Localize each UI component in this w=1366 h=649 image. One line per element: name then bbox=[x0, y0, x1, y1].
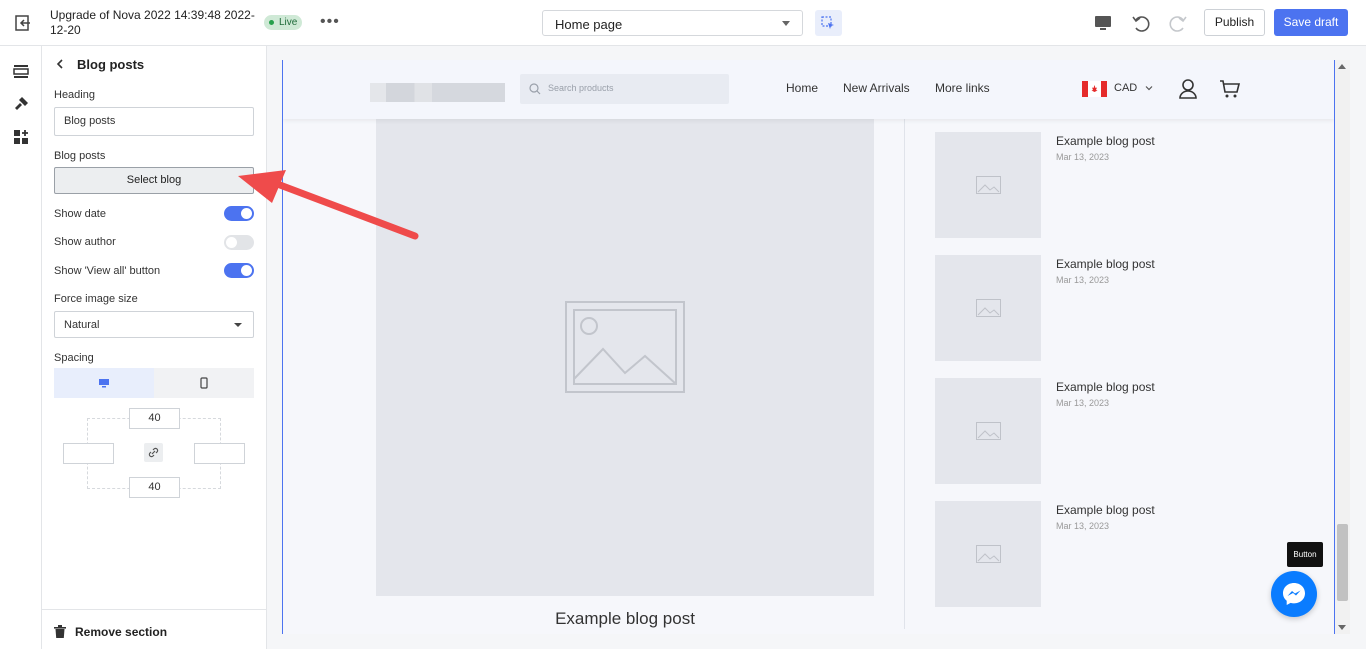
document-title: Upgrade of Nova 2022 14:39:48 2022-12-20 bbox=[50, 8, 255, 37]
store-header: Search products Home New Arrivals More l… bbox=[283, 60, 1334, 119]
show-view-all-toggle[interactable] bbox=[224, 263, 254, 278]
remove-section-label: Remove section bbox=[75, 625, 168, 639]
remove-section-button[interactable]: Remove section bbox=[42, 609, 267, 649]
link-icon bbox=[148, 447, 159, 458]
mobile-icon bbox=[200, 377, 208, 389]
post-title[interactable]: Example blog post bbox=[1056, 503, 1155, 517]
show-view-all-label: Show 'View all' button bbox=[54, 265, 161, 277]
inspector-button[interactable] bbox=[815, 10, 842, 36]
redo-icon[interactable] bbox=[1167, 12, 1189, 34]
undo-icon[interactable] bbox=[1130, 12, 1152, 34]
spacing-label: Spacing bbox=[54, 352, 94, 364]
canada-flag-icon bbox=[1082, 81, 1107, 97]
show-date-label: Show date bbox=[54, 208, 106, 220]
live-status-badge: Live bbox=[264, 15, 303, 30]
image-placeholder-icon bbox=[976, 545, 1001, 563]
account-icon[interactable] bbox=[1178, 78, 1198, 100]
link-spacing-button[interactable] bbox=[144, 443, 163, 462]
heading-label: Heading bbox=[54, 89, 95, 101]
chevron-down-icon bbox=[782, 21, 790, 26]
currency-selector[interactable]: CAD bbox=[1114, 82, 1137, 94]
trash-icon bbox=[54, 625, 66, 638]
post-title[interactable]: Example blog post bbox=[1056, 134, 1155, 148]
spacing-left-input[interactable] bbox=[63, 443, 114, 464]
scroll-down-arrow-icon[interactable] bbox=[1338, 625, 1346, 630]
spacing-right-input[interactable] bbox=[194, 443, 245, 464]
preview-scrollbar[interactable] bbox=[1335, 60, 1350, 634]
chevron-down-icon bbox=[1145, 86, 1153, 91]
post-thumbnail[interactable] bbox=[935, 378, 1041, 484]
post-date: Mar 13, 2023 bbox=[1056, 521, 1110, 531]
blog-post-item[interactable]: Example blog post Mar 13, 2023 bbox=[935, 501, 1315, 607]
panel-title: Blog posts bbox=[77, 57, 145, 72]
scroll-up-arrow-icon[interactable] bbox=[1338, 64, 1346, 69]
exit-icon[interactable] bbox=[13, 13, 33, 33]
select-element-icon bbox=[821, 16, 834, 29]
post-date: Mar 13, 2023 bbox=[1056, 152, 1110, 162]
device-switch bbox=[54, 368, 254, 398]
featured-post-title[interactable]: Example blog post bbox=[376, 609, 874, 629]
top-bar: Upgrade of Nova 2022 14:39:48 2022-12-20… bbox=[0, 0, 1366, 46]
save-draft-button[interactable]: Save draft bbox=[1274, 9, 1348, 36]
force-image-size-select[interactable]: Natural bbox=[54, 311, 254, 338]
nav-link-home[interactable]: Home bbox=[786, 81, 818, 95]
heading-input[interactable]: Blog posts bbox=[54, 107, 254, 136]
column-divider bbox=[904, 119, 905, 629]
spacing-top-input[interactable]: 40 bbox=[129, 408, 180, 429]
search-placeholder: Search products bbox=[548, 83, 614, 93]
post-title[interactable]: Example blog post bbox=[1056, 257, 1155, 271]
search-icon bbox=[529, 83, 541, 95]
button-tooltip: Button bbox=[1287, 542, 1323, 567]
desktop-icon bbox=[99, 379, 109, 388]
section-settings-panel: Blog posts Heading Blog posts Blog posts… bbox=[42, 46, 267, 649]
show-date-toggle[interactable] bbox=[224, 206, 254, 221]
back-arrow-icon[interactable] bbox=[54, 57, 68, 71]
search-input[interactable]: Search products bbox=[520, 74, 729, 104]
select-blog-button[interactable]: Select blog bbox=[54, 167, 254, 194]
post-thumbnail[interactable] bbox=[935, 132, 1041, 238]
spacing-bottom-input[interactable]: 40 bbox=[129, 477, 180, 498]
publish-button[interactable]: Publish bbox=[1204, 9, 1265, 36]
nav-link-more-links[interactable]: More links bbox=[935, 81, 990, 95]
post-date: Mar 13, 2023 bbox=[1056, 398, 1110, 408]
preview-canvas: Search products Home New Arrivals More l… bbox=[282, 60, 1335, 634]
blog-post-item[interactable]: Example blog post Mar 13, 2023 bbox=[935, 132, 1315, 238]
more-options-icon[interactable]: ••• bbox=[320, 13, 340, 31]
desktop-tab[interactable] bbox=[54, 368, 154, 398]
page-selector[interactable]: Home page bbox=[542, 10, 803, 36]
blog-post-item[interactable]: Example blog post Mar 13, 2023 bbox=[935, 255, 1315, 361]
post-thumbnail[interactable] bbox=[935, 255, 1041, 361]
left-rail bbox=[0, 46, 42, 649]
apps-icon[interactable] bbox=[12, 128, 30, 146]
image-placeholder-icon bbox=[976, 176, 1001, 194]
blog-post-item[interactable]: Example blog post Mar 13, 2023 bbox=[935, 378, 1315, 484]
store-logo[interactable] bbox=[370, 83, 505, 102]
desktop-preview-icon[interactable] bbox=[1092, 12, 1114, 34]
page-selector-value: Home page bbox=[555, 17, 623, 32]
sections-icon[interactable] bbox=[12, 62, 30, 80]
featured-post-image[interactable] bbox=[376, 119, 874, 596]
force-image-size-label: Force image size bbox=[54, 293, 138, 305]
image-placeholder-icon bbox=[976, 299, 1001, 317]
cart-icon[interactable] bbox=[1219, 78, 1241, 100]
post-thumbnail[interactable] bbox=[935, 501, 1041, 607]
post-date: Mar 13, 2023 bbox=[1056, 275, 1110, 285]
post-title[interactable]: Example blog post bbox=[1056, 380, 1155, 394]
scroll-thumb[interactable] bbox=[1337, 524, 1348, 601]
messenger-chat-button[interactable] bbox=[1271, 571, 1317, 617]
mobile-tab[interactable] bbox=[154, 368, 254, 398]
force-image-size-value: Natural bbox=[64, 319, 100, 331]
theme-settings-icon[interactable] bbox=[12, 95, 30, 113]
blog-posts-label: Blog posts bbox=[54, 150, 106, 162]
show-author-label: Show author bbox=[54, 236, 116, 248]
nav-link-new-arrivals[interactable]: New Arrivals bbox=[843, 81, 910, 95]
show-author-toggle[interactable] bbox=[224, 235, 254, 250]
image-placeholder-icon bbox=[976, 422, 1001, 440]
image-placeholder-icon bbox=[565, 301, 685, 393]
messenger-icon bbox=[1283, 583, 1305, 605]
caret-down-icon bbox=[234, 323, 242, 327]
